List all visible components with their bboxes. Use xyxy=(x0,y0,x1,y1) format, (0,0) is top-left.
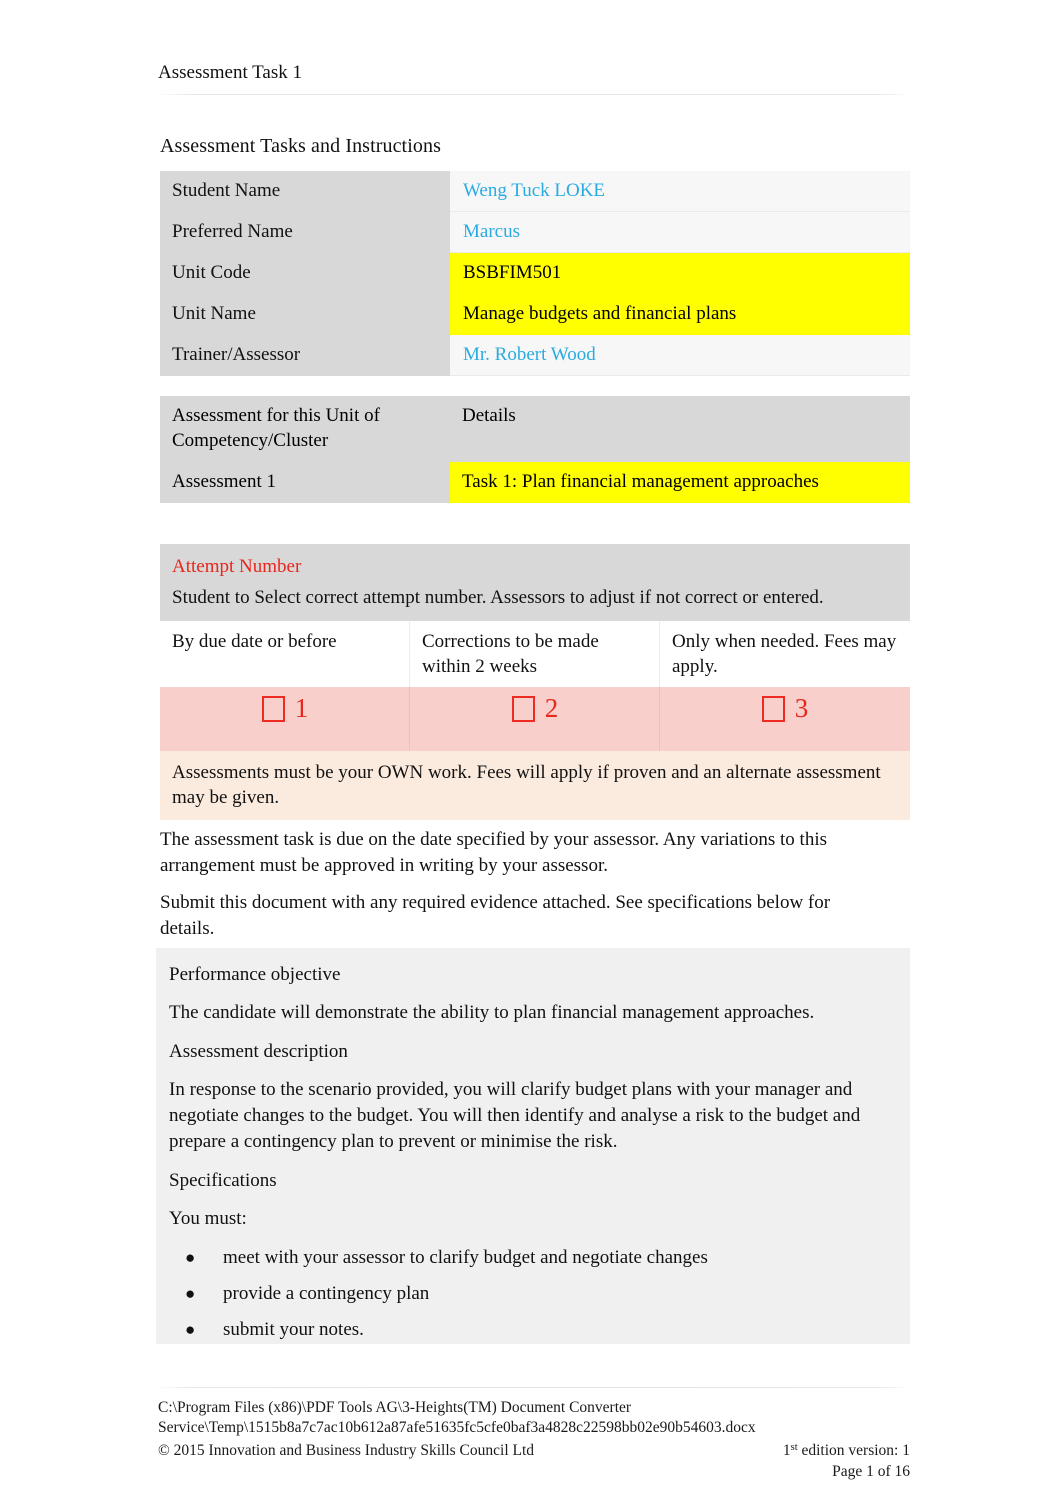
details-label-unit-code: Unit Code xyxy=(160,253,450,294)
table-row: Unit Name Manage budgets and financial p… xyxy=(160,294,910,335)
table-row: Assessments must be your OWN work. Fees … xyxy=(160,751,910,820)
page-title: Assessment Tasks and Instructions xyxy=(160,135,441,157)
attempt-option-3[interactable]: 3 xyxy=(660,687,910,751)
details-value-unit-code[interactable]: BSBFIM501 xyxy=(450,253,910,294)
attempt-instruction: Student to Select correct attempt number… xyxy=(160,583,910,621)
attempt-number-label-2: 2 xyxy=(544,693,559,723)
page-number: Page 1 of 16 xyxy=(832,1463,910,1480)
attempt-own-work-note: Assessments must be your OWN work. Fees … xyxy=(160,751,910,820)
you-must-label: You must: xyxy=(169,1208,247,1229)
table-row: Attempt Number xyxy=(160,544,910,583)
converter-path-line-2: Service\Temp\1515b8a7c7ac10b612a87afe516… xyxy=(158,1419,756,1436)
attempt-option-1[interactable]: 1 xyxy=(160,687,410,751)
checkbox-icon-attempt-1[interactable] xyxy=(261,696,285,722)
details-label-preferred-name: Preferred Name xyxy=(160,212,450,253)
table-row: Unit Code BSBFIM501 xyxy=(160,253,910,294)
bullet-icon: ● xyxy=(185,1320,196,1339)
list-item: ● meet with your assessor to clarify bud… xyxy=(169,1245,892,1271)
list-item-label: meet with your assessor to clarify budge… xyxy=(223,1247,708,1268)
bullet-icon: ● xyxy=(185,1248,196,1267)
document-page: Assessment Task 1 Assessment Tasks and I… xyxy=(0,0,1062,1504)
list-item-label: submit your notes. xyxy=(223,1319,364,1340)
assessment-description-text: In response to the scenario provided, yo… xyxy=(169,1079,861,1152)
details-value-trainer-assessor[interactable]: Mr. Robert Wood xyxy=(450,335,910,376)
assessment-row-task: Task 1: Plan financial management approa… xyxy=(450,462,910,503)
performance-objective-heading: Performance objective xyxy=(169,964,341,985)
specifications-heading: Specifications xyxy=(169,1170,277,1191)
attempt-option-2[interactable]: 2 xyxy=(410,687,660,751)
assessment-table: Assessment for this Unit of Competency/C… xyxy=(160,396,910,503)
details-value-student-name[interactable]: Weng Tuck LOKE xyxy=(450,171,910,212)
copyright-text: © 2015 Innovation and Business Industry … xyxy=(158,1442,535,1459)
attempt-number-table: Attempt Number Student to Select correct… xyxy=(160,544,910,820)
table-row: 1 2 3 xyxy=(160,687,910,751)
performance-objective-text: The candidate will demonstrate the abili… xyxy=(169,1002,815,1023)
page-footer: C:\Program Files (x86)\PDF Tools AG\3-He… xyxy=(158,1398,910,1482)
details-value-unit-name[interactable]: Manage budgets and financial plans xyxy=(450,294,910,335)
due-date-paragraph: The assessment task is due on the date s… xyxy=(160,829,827,876)
attempt-description-2: Corrections to be made within 2 weeks xyxy=(410,621,660,687)
table-row: By due date or before Corrections to be … xyxy=(160,621,910,687)
assessment-header-label: Assessment for this Unit of Competency/C… xyxy=(160,396,450,462)
attempt-description-1: By due date or before xyxy=(160,621,410,687)
specifications-box: Performance objective The candidate will… xyxy=(156,948,910,1344)
assessment-description-heading: Assessment description xyxy=(169,1041,348,1062)
attempt-number-label-3: 3 xyxy=(794,693,809,723)
list-item-label: provide a contingency plan xyxy=(223,1283,430,1304)
bullet-icon: ● xyxy=(185,1284,196,1303)
table-row: Student to Select correct attempt number… xyxy=(160,583,910,621)
running-header: Assessment Task 1 xyxy=(158,62,302,83)
details-label-trainer-assessor: Trainer/Assessor xyxy=(160,335,450,376)
edition-version: 1st edition version: 1 xyxy=(783,1438,910,1461)
list-item: ● provide a contingency plan xyxy=(169,1281,892,1307)
checkbox-icon-attempt-3[interactable] xyxy=(761,696,785,722)
table-row: Assessment for this Unit of Competency/C… xyxy=(160,396,910,462)
edition-ordinal-suffix: st xyxy=(790,1442,798,1453)
table-row: Student Name Weng Tuck LOKE xyxy=(160,171,910,212)
attempt-number-title: Attempt Number xyxy=(160,544,910,583)
checkbox-icon-attempt-2[interactable] xyxy=(511,696,535,722)
table-row: Preferred Name Marcus xyxy=(160,212,910,253)
list-item: ● submit your notes. xyxy=(169,1317,892,1343)
details-label-student-name: Student Name xyxy=(160,171,450,212)
converter-path-line-1: C:\Program Files (x86)\PDF Tools AG\3-He… xyxy=(158,1399,632,1416)
student-details-table: Student Name Weng Tuck LOKE Preferred Na… xyxy=(160,171,910,376)
edition-version-label: edition version: 1 xyxy=(797,1442,911,1459)
table-row: Trainer/Assessor Mr. Robert Wood xyxy=(160,335,910,376)
edition-number: 1 xyxy=(782,1442,791,1459)
attempt-description-3: Only when needed. Fees may apply. xyxy=(660,621,910,687)
submit-paragraph: Submit this document with any required e… xyxy=(160,892,831,939)
assessment-row-label: Assessment 1 xyxy=(160,462,450,503)
footer-divider xyxy=(158,1387,910,1388)
header-divider xyxy=(158,94,910,95)
details-value-preferred-name[interactable]: Marcus xyxy=(450,212,910,253)
specifications-list: ● meet with your assessor to clarify bud… xyxy=(169,1245,892,1343)
details-label-unit-name: Unit Name xyxy=(160,294,450,335)
assessment-header-details: Details xyxy=(450,396,910,462)
table-row: Assessment 1 Task 1: Plan financial mana… xyxy=(160,462,910,503)
attempt-number-label-1: 1 xyxy=(294,693,309,723)
